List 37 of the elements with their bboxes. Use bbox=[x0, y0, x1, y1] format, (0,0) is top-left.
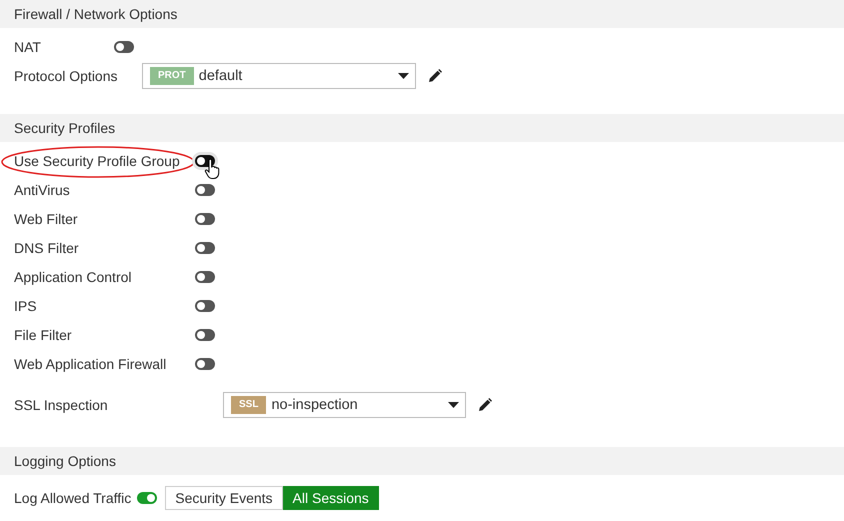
field-label: Web Application Firewall bbox=[14, 356, 166, 372]
field-label: Use Security Profile Group bbox=[14, 152, 180, 168]
field-label: SSL Inspection bbox=[14, 396, 108, 412]
toggle-switch[interactable] bbox=[195, 328, 215, 340]
field-label: AntiVirus bbox=[14, 182, 70, 198]
edit-icon[interactable] bbox=[478, 398, 492, 412]
toggle-switch[interactable] bbox=[195, 212, 215, 224]
field-label: Log Allowed Traffic bbox=[14, 490, 132, 506]
toggle-switch[interactable] bbox=[195, 270, 215, 282]
field-label: NAT bbox=[14, 38, 41, 54]
profile-tag: PROT bbox=[150, 66, 194, 84]
edit-icon[interactable] bbox=[428, 68, 442, 82]
field-label: IPS bbox=[14, 298, 37, 314]
selected-value: default bbox=[198, 68, 244, 84]
section-title: Firewall / Network Options bbox=[14, 6, 178, 22]
section-title: Security Profiles bbox=[14, 120, 116, 136]
toggle-switch[interactable] bbox=[137, 492, 158, 504]
toggle-switch[interactable] bbox=[114, 40, 134, 52]
field-label: Protocol Options bbox=[14, 68, 118, 84]
dropdown-select[interactable]: PROT default bbox=[142, 62, 416, 88]
toggle-switch[interactable] bbox=[195, 358, 215, 370]
field-label: Application Control bbox=[14, 268, 132, 284]
toggle-switch[interactable] bbox=[195, 242, 215, 254]
toggle-switch[interactable] bbox=[195, 300, 215, 312]
segment-button[interactable]: Security Events bbox=[165, 486, 283, 510]
profile-tag: SSL bbox=[231, 396, 266, 414]
field-label: DNS Filter bbox=[14, 240, 79, 256]
caret-icon bbox=[448, 402, 459, 408]
section-title: Logging Options bbox=[14, 453, 116, 469]
toggle-switch[interactable] bbox=[195, 154, 215, 166]
field-label: Web Filter bbox=[14, 210, 78, 226]
toggle-switch[interactable] bbox=[195, 184, 215, 196]
caret-icon bbox=[398, 72, 409, 78]
selected-value: no-inspection bbox=[271, 396, 359, 412]
field-label: File Filter bbox=[14, 326, 72, 342]
segment-button[interactable]: All Sessions bbox=[282, 486, 379, 510]
dropdown-select[interactable]: SSL no-inspection bbox=[223, 392, 466, 418]
